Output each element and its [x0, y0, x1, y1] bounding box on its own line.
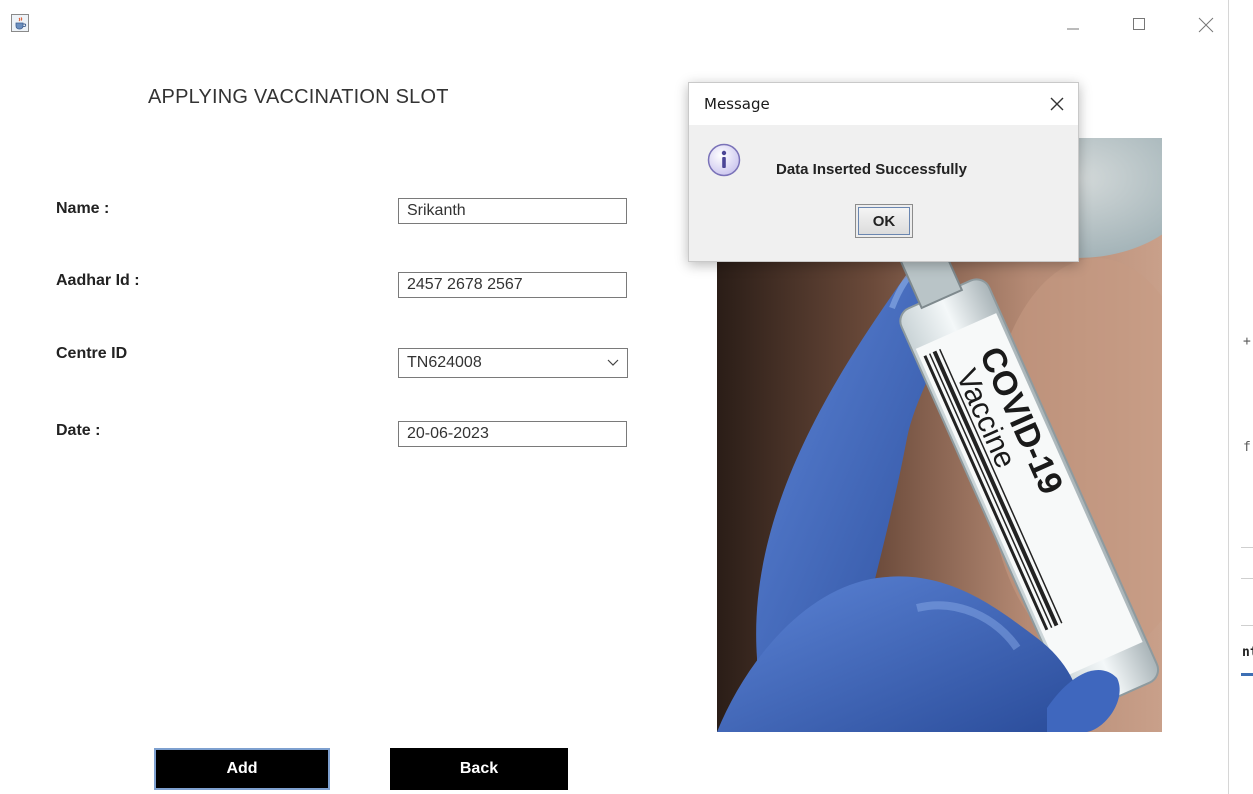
minimize-icon	[1067, 28, 1079, 30]
aadhar-id-label: Aadhar Id :	[56, 272, 140, 289]
ok-button[interactable]: OK	[855, 204, 913, 238]
centre-id-selected: TN624008	[407, 354, 482, 371]
maximize-button[interactable]	[1124, 12, 1154, 36]
edge-divider	[1241, 625, 1253, 626]
maximize-icon	[1133, 18, 1145, 30]
edge-divider	[1241, 578, 1253, 579]
centre-id-dropdown[interactable]: TN624008	[398, 348, 628, 378]
chevron-down-icon	[607, 359, 619, 366]
back-button[interactable]: Back	[390, 748, 568, 790]
dialog-title: Message	[704, 95, 770, 113]
aadhar-id-field[interactable]: 2457 2678 2567	[398, 272, 627, 298]
edge-accent	[1241, 673, 1253, 676]
info-icon	[707, 143, 741, 177]
edge-divider	[1241, 547, 1253, 548]
close-icon	[1050, 97, 1064, 111]
java-cup-icon[interactable]	[11, 14, 29, 32]
name-field[interactable]: Srikanth	[398, 198, 627, 224]
background-window-edge: + f nt	[1228, 0, 1253, 794]
centre-id-label: Centre ID	[56, 345, 128, 362]
edge-glyph: nt	[1242, 645, 1253, 660]
dialog-message: Data Inserted Successfully	[776, 161, 967, 178]
close-icon	[1198, 17, 1214, 33]
date-label: Date :	[56, 422, 101, 439]
dialog-close-button[interactable]	[1048, 95, 1066, 113]
message-dialog: Message Data Inserted Successfully OK	[688, 82, 1079, 262]
ok-button-label: OK	[858, 207, 910, 235]
edge-glyph: +	[1243, 334, 1251, 349]
edge-glyph: f	[1243, 440, 1251, 455]
add-button[interactable]: Add	[154, 748, 330, 790]
date-field[interactable]: 20-06-2023	[398, 421, 627, 447]
close-button[interactable]	[1190, 12, 1220, 36]
page-title: APPLYING VACCINATION SLOT	[148, 86, 449, 108]
name-label: Name :	[56, 200, 110, 217]
dialog-titlebar: Message	[689, 83, 1078, 125]
minimize-button[interactable]	[1058, 12, 1088, 36]
